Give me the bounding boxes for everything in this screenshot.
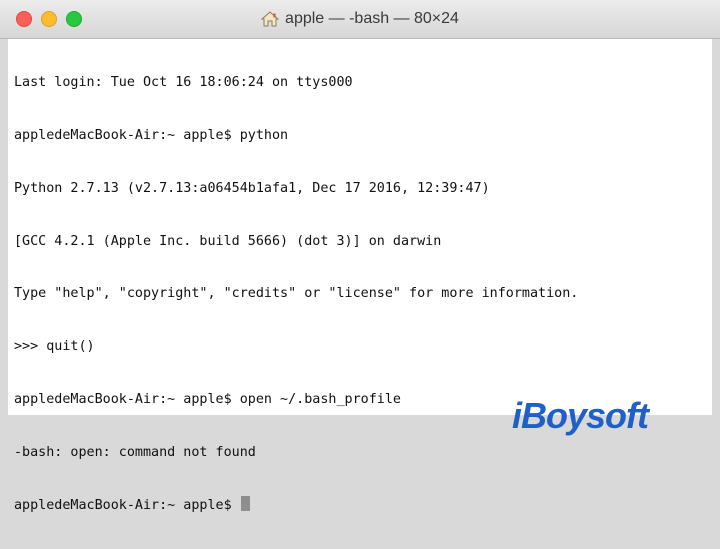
- text-cursor: [240, 496, 250, 512]
- terminal-prompt: appledeMacBook-Air:~ apple$: [14, 498, 240, 514]
- terminal-line: [GCC 4.2.1 (Apple Inc. build 5666) (dot …: [14, 233, 442, 249]
- home-icon: [260, 11, 280, 27]
- title-bar[interactable]: apple — -bash — 80×24: [0, 0, 720, 39]
- terminal-line: Python 2.7.13 (v2.7.13:a06454b1afa1, Dec…: [14, 180, 490, 196]
- terminal-line: >>> quit(): [14, 339, 95, 355]
- terminal-prompt-line[interactable]: appledeMacBook-Air:~ apple$: [14, 496, 578, 514]
- terminal-line: -bash: open: command not found: [14, 444, 256, 460]
- terminal-output[interactable]: Last login: Tue Oct 16 18:06:24 on ttys0…: [14, 39, 578, 549]
- terminal-content[interactable]: Last login: Tue Oct 16 18:06:24 on ttys0…: [8, 39, 712, 513]
- terminal-line: appledeMacBook-Air:~ apple$ open ~/.bash…: [14, 391, 401, 407]
- iboysoft-watermark: iBoysoft: [512, 395, 649, 436]
- window-title: apple — -bash — 80×24: [285, 10, 459, 27]
- terminal-line: Type "help", "copyright", "credits" or "…: [14, 286, 579, 302]
- window-title-container: apple — -bash — 80×24: [0, 0, 720, 38]
- terminal-line: appledeMacBook-Air:~ apple$ python: [14, 127, 289, 143]
- terminal-line: Last login: Tue Oct 16 18:06:24 on ttys0…: [14, 75, 353, 91]
- terminal-window: apple — -bash — 80×24 Last login: Tue Oc…: [0, 0, 720, 513]
